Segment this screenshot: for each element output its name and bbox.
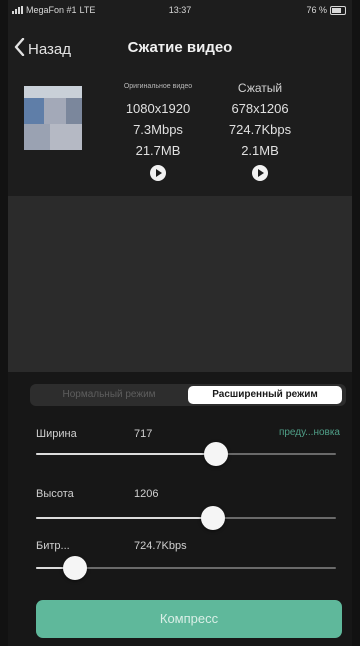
original-column: Оригинальное видео 1080x1920 7.3Mbps 21.… [112, 82, 204, 181]
width-slider-fill [36, 453, 216, 455]
video-preview-area [8, 196, 352, 372]
status-bar: MegaFon #1 LTE 13:37 76 % [8, 0, 352, 20]
video-thumbnail[interactable] [24, 86, 82, 150]
bitrate-label: Битр... [36, 540, 70, 552]
compressed-column: Сжатый 678x1206 724.7Kbps 2.1MB [214, 82, 306, 181]
bitrate-value: 724.7Kbps [134, 540, 187, 552]
phone-screen: MegaFon #1 LTE 13:37 76 % Назад Сжатие в… [8, 0, 352, 646]
compressed-header: Сжатый [237, 81, 283, 95]
page-title: Сжатие видео [127, 39, 233, 56]
width-value: 717 [134, 428, 153, 440]
height-slider-knob[interactable] [201, 506, 225, 530]
original-bitrate: 7.3Mbps [133, 122, 183, 137]
mode-segmented-control: Нормальный режим Расширенный режим [30, 384, 346, 406]
height-slider-fill [36, 517, 213, 519]
nav-bar: Назад Сжатие видео [8, 30, 352, 66]
width-slider[interactable] [36, 442, 336, 466]
original-resolution: 1080x1920 [125, 101, 191, 116]
compressed-bitrate: 724.7Kbps [228, 122, 292, 137]
battery-icon [330, 5, 346, 15]
width-slider-knob[interactable] [204, 442, 228, 466]
bitrate-slider[interactable] [36, 556, 336, 580]
height-slider[interactable] [36, 506, 336, 530]
height-value: 1206 [134, 488, 159, 500]
height-label: Высота [36, 488, 74, 500]
compressed-resolution: 678x1206 [231, 101, 289, 116]
width-label: Ширина [36, 428, 77, 440]
tab-advanced-mode[interactable]: Расширенный режим [188, 386, 342, 404]
preset-link[interactable]: преду...новка [279, 427, 340, 438]
bitrate-slider-knob[interactable] [63, 556, 87, 580]
original-header: Оригинальное видео [123, 83, 193, 90]
play-compressed-icon[interactable] [252, 165, 268, 181]
settings-panel: Нормальный режим Расширенный режим Ширин… [8, 372, 352, 646]
compressed-size: 2.1MB [241, 143, 279, 158]
status-time: 13:37 [168, 5, 192, 15]
tab-basic-mode[interactable]: Нормальный режим [32, 386, 186, 404]
play-original-icon[interactable] [150, 165, 166, 181]
compress-button[interactable]: Компресс [36, 600, 342, 638]
battery-percent: 76 % [306, 5, 327, 15]
status-right: 76 % [306, 5, 346, 15]
original-size: 21.7MB [135, 143, 181, 158]
video-info-panel: Оригинальное видео 1080x1920 7.3Mbps 21.… [8, 70, 352, 190]
